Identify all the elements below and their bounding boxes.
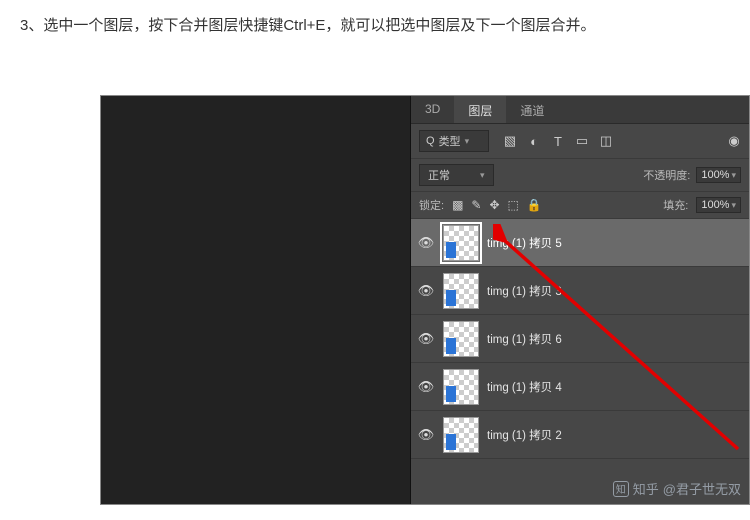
tab-3d[interactable]: 3D [411,96,454,123]
layer-thumbnail[interactable] [443,225,479,261]
filter-shape-icon[interactable]: ▭ [575,134,589,148]
panel-tabs: 3D 图层 通道 [411,96,749,124]
layer-row[interactable]: 👁 timg (1) 拷贝 3 [411,267,749,315]
visibility-eye-icon[interactable]: 👁 [417,283,435,299]
filter-image-icon[interactable]: ▧ [503,134,517,148]
tab-layers[interactable]: 图层 [454,96,506,123]
opacity-value-text: 100% [701,169,729,181]
chevron-down-icon: ▾ [731,200,736,211]
layer-thumbnail[interactable] [443,321,479,357]
lock-artboard-icon[interactable]: ⬚ [508,198,519,212]
fill-value-text: 100% [701,199,729,211]
fill-value[interactable]: 100% ▾ [696,197,741,213]
search-prefix: Q [426,135,435,147]
filter-icons: ▧ ◐ T ▭ ◫ [503,134,613,148]
watermark: 知 知乎 @君子世无双 [613,479,741,498]
lock-label: 锁定: [419,197,444,213]
layer-name[interactable]: timg (1) 拷贝 4 [487,379,562,395]
layers-panel: 3D 图层 通道 Q 类型 ▾ ▧ ◐ T ▭ ◫ ◉ 正常 ▾ [411,96,749,504]
visibility-eye-icon[interactable]: 👁 [417,427,435,443]
chevron-down-icon: ▾ [480,170,485,181]
visibility-eye-icon[interactable]: 👁 [417,379,435,395]
instruction-text: 3、选中一个图层，按下合并图层快捷键Ctrl+E，就可以把选中图层及下一个图层合… [0,0,750,38]
opacity-value[interactable]: 100% ▾ [696,167,741,183]
filter-smart-icon[interactable]: ◫ [599,134,613,148]
photoshop-window: 3D 图层 通道 Q 类型 ▾ ▧ ◐ T ▭ ◫ ◉ 正常 ▾ [100,95,750,505]
watermark-author: @君子世无双 [663,479,741,498]
layer-name[interactable]: timg (1) 拷贝 5 [487,235,562,251]
zhihu-logo-icon: 知 [613,481,629,497]
chevron-down-icon: ▾ [465,136,470,147]
lock-all-icon[interactable]: 🔒 [527,198,542,212]
filter-type-icon[interactable]: T [551,134,565,148]
layer-row[interactable]: 👁 timg (1) 拷贝 6 [411,315,749,363]
layer-name[interactable]: timg (1) 拷贝 3 [487,283,562,299]
blend-mode-dropdown[interactable]: 正常 ▾ [419,164,494,186]
layer-row[interactable]: 👁 timg (1) 拷贝 2 [411,411,749,459]
layer-row[interactable]: 👁 timg (1) 拷贝 5 [411,219,749,267]
layer-list: 👁 timg (1) 拷贝 5 👁 timg (1) 拷贝 3 👁 timg (… [411,219,749,504]
lock-transparency-icon[interactable]: ▩ [452,198,463,212]
layer-filter-row: Q 类型 ▾ ▧ ◐ T ▭ ◫ ◉ [411,124,749,159]
visibility-eye-icon[interactable]: 👁 [417,331,435,347]
watermark-site: 知乎 [633,479,659,498]
lock-row: 锁定: ▩ ✎ ✥ ⬚ 🔒 填充: 100% ▾ [411,192,749,219]
opacity-label: 不透明度: [643,167,690,183]
chevron-down-icon: ▾ [731,170,736,181]
blend-mode-value: 正常 [428,167,450,183]
layer-thumbnail[interactable] [443,417,479,453]
fill-label: 填充: [663,197,688,213]
layer-row[interactable]: 👁 timg (1) 拷贝 4 [411,363,749,411]
layer-name[interactable]: timg (1) 拷贝 6 [487,331,562,347]
blend-row: 正常 ▾ 不透明度: 100% ▾ [411,159,749,192]
filter-type-dropdown[interactable]: Q 类型 ▾ [419,130,489,152]
tab-channels[interactable]: 通道 [506,96,558,123]
filter-adjust-icon[interactable]: ◐ [527,134,541,148]
layer-name[interactable]: timg (1) 拷贝 2 [487,427,562,443]
lock-position-icon[interactable]: ✥ [489,198,499,212]
filter-toggle-icon[interactable]: ◉ [727,134,741,148]
layer-thumbnail[interactable] [443,273,479,309]
visibility-eye-icon[interactable]: 👁 [417,235,435,251]
lock-icons: ▩ ✎ ✥ ⬚ 🔒 [452,198,542,212]
canvas-area[interactable] [101,96,411,504]
filter-type-label: 类型 [439,133,461,149]
layer-thumbnail[interactable] [443,369,479,405]
lock-pixels-icon[interactable]: ✎ [471,198,481,212]
